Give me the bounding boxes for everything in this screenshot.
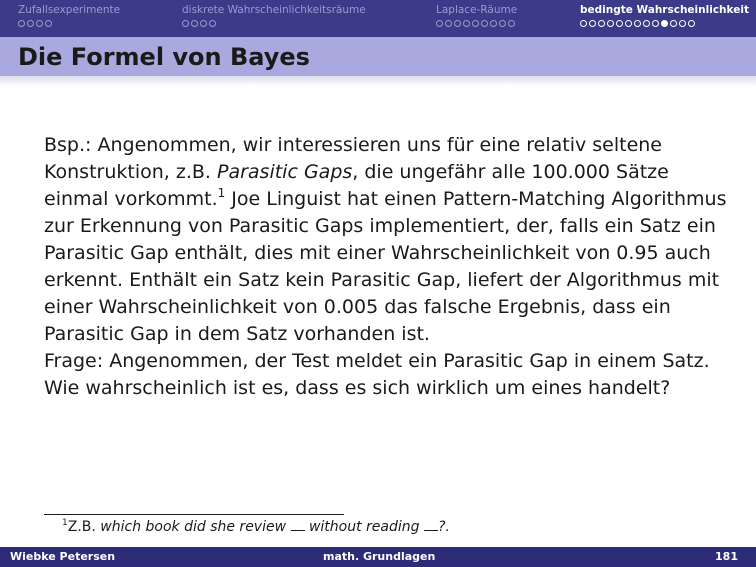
nav-frame-dot[interactable] — [191, 20, 198, 27]
nav-dots — [436, 20, 517, 27]
nav-frame-dot[interactable] — [652, 20, 659, 27]
nav-section-laplace-raeume[interactable]: Laplace-Räume — [436, 4, 517, 27]
footer-bar: Wiebke Petersen math. Grundlagen 181 — [0, 547, 756, 567]
navigation-bar: Zufallsexperimente diskrete Wahrscheinli… — [0, 0, 756, 37]
footnote-suffix: ?. — [437, 519, 450, 535]
nav-frame-dot[interactable] — [18, 20, 25, 27]
footnote-divider — [44, 514, 344, 515]
example-text-3: Joe Linguist hat einen Pattern-Matching … — [44, 188, 727, 345]
nav-frame-dot[interactable] — [661, 20, 668, 27]
nav-dots — [18, 20, 120, 27]
example-paragraph: Bsp.: Angenommen, wir interessieren uns … — [44, 132, 734, 348]
nav-section-title[interactable]: Zufallsexperimente — [18, 4, 120, 17]
nav-section-zufallsexperimente[interactable]: Zufallsexperimente — [18, 4, 120, 27]
nav-frame-dot[interactable] — [27, 20, 34, 27]
nav-frame-dot[interactable] — [200, 20, 207, 27]
footnote-example-part-2: without reading — [308, 519, 420, 535]
nav-frame-dot[interactable] — [634, 20, 641, 27]
frame-title-bar: Die Formel von Bayes — [0, 37, 756, 76]
slide-body: Bsp.: Angenommen, wir interessieren uns … — [44, 132, 734, 402]
nav-frame-dot[interactable] — [45, 20, 52, 27]
nav-frame-dot[interactable] — [481, 20, 488, 27]
nav-frame-dot[interactable] — [508, 20, 515, 27]
nav-dots — [580, 20, 749, 27]
page-title: Die Formel von Bayes — [18, 43, 310, 71]
nav-frame-dot[interactable] — [463, 20, 470, 27]
nav-frame-dot[interactable] — [589, 20, 596, 27]
gap-blank — [423, 519, 438, 531]
nav-section-diskrete-wahrscheinlichkeitsraeume[interactable]: diskrete Wahrscheinlichkeitsräume — [182, 4, 366, 27]
nav-frame-dot[interactable] — [616, 20, 623, 27]
nav-frame-dot[interactable] — [607, 20, 614, 27]
footnote-example-part-1: which book did she review — [100, 519, 287, 535]
footer-page-number: 181 — [715, 550, 738, 563]
nav-frame-dot[interactable] — [598, 20, 605, 27]
footer-title: math. Grundlagen — [323, 550, 436, 563]
gap-blank — [290, 519, 305, 531]
nav-frame-dot[interactable] — [670, 20, 677, 27]
nav-frame-dot[interactable] — [643, 20, 650, 27]
nav-section-title[interactable]: diskrete Wahrscheinlichkeitsräume — [182, 4, 366, 17]
nav-frame-dot[interactable] — [182, 20, 189, 27]
nav-frame-dot[interactable] — [490, 20, 497, 27]
footnote: 1Z.B. which book did she review without … — [62, 517, 450, 537]
nav-frame-dot[interactable] — [445, 20, 452, 27]
title-shadow — [0, 76, 756, 86]
nav-frame-dot[interactable] — [36, 20, 43, 27]
nav-frame-dot[interactable] — [679, 20, 686, 27]
footnote-prefix: Z.B. — [67, 519, 101, 535]
nav-frame-dot[interactable] — [209, 20, 216, 27]
nav-frame-dot[interactable] — [499, 20, 506, 27]
nav-frame-dot[interactable] — [625, 20, 632, 27]
nav-section-bedingte-wahrscheinlichkeit[interactable]: bedingte Wahrscheinlichkeit — [580, 4, 749, 27]
nav-frame-dot[interactable] — [454, 20, 461, 27]
emphasized-term: Parasitic Gaps — [217, 161, 353, 183]
nav-frame-dot[interactable] — [688, 20, 695, 27]
footer-author: Wiebke Petersen — [10, 550, 116, 563]
nav-section-title[interactable]: bedingte Wahrscheinlichkeit — [580, 4, 749, 17]
question-paragraph: Frage: Angenommen, der Test meldet ein P… — [44, 350, 710, 399]
nav-frame-dot[interactable] — [472, 20, 479, 27]
nav-frame-dot[interactable] — [436, 20, 443, 27]
nav-section-title[interactable]: Laplace-Räume — [436, 4, 517, 17]
nav-frame-dot[interactable] — [580, 20, 587, 27]
nav-dots — [182, 20, 366, 27]
